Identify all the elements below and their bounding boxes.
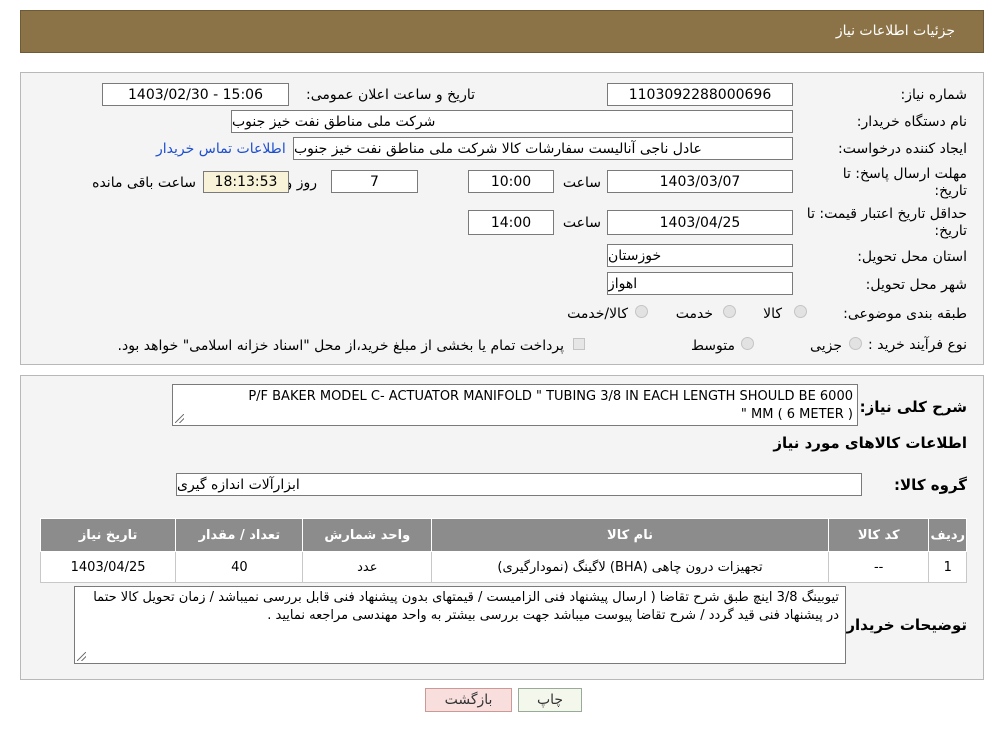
cell-need-date: 1403/04/25 bbox=[39, 551, 177, 583]
announce-label: تاریخ و ساعت اعلان عمومی: bbox=[306, 87, 475, 103]
reply-time-label: ساعت bbox=[562, 175, 601, 191]
city-field: اهواز bbox=[607, 272, 793, 295]
creator-label: ایجاد کننده درخواست: bbox=[838, 141, 967, 157]
back-button[interactable]: بازگشت bbox=[425, 688, 512, 712]
goods-group-label: گروه کالا: bbox=[894, 476, 967, 494]
goods-table: ردیف کد کالا نام کالا واحد شمارش تعداد /… bbox=[39, 518, 967, 583]
process-option-medium: متوسط bbox=[691, 338, 735, 354]
cell-name: تجهیزات درون چاهی (BHA) لاگینگ (نمودارگی… bbox=[431, 551, 829, 583]
cell-unit: عدد bbox=[302, 551, 433, 583]
col-row: ردیف bbox=[928, 518, 967, 552]
summary-label: شرح کلی نیاز: bbox=[859, 398, 967, 416]
creator-field: عادل ناجی آنالیست سفارشات کالا شرکت ملی … bbox=[293, 137, 793, 160]
announce-field: 1403/02/30 - 15:06 bbox=[102, 83, 289, 106]
cell-quantity: 40 bbox=[175, 551, 304, 583]
validity-time-field: 14:00 bbox=[468, 210, 554, 235]
remaining-label: ساعت باقی مانده bbox=[92, 175, 196, 191]
print-button[interactable]: چاپ bbox=[518, 688, 582, 712]
category-radio-both[interactable] bbox=[635, 305, 648, 318]
reply-deadline-text: مهلت ارسال پاسخ: تا تاریخ: bbox=[842, 166, 967, 199]
days-field: 7 bbox=[331, 170, 418, 193]
buyer-notes-label: توضیحات خریدار: bbox=[840, 616, 967, 634]
col-code: کد کالا bbox=[827, 518, 930, 552]
resize-grip-icon[interactable] bbox=[77, 652, 86, 661]
reply-time-field: 10:00 bbox=[468, 170, 554, 193]
city-label: شهر محل تحویل: bbox=[865, 277, 967, 293]
cell-row: 1 bbox=[928, 551, 967, 583]
buyer-notes-text: تیوبینگ 3/8 اینچ طبق شرح تقاضا ( ارسال پ… bbox=[93, 590, 839, 623]
summary-line-2: " MM ( 6 METER ) bbox=[740, 407, 853, 422]
process-note: پرداخت تمام یا بخشی از مبلغ خرید،از محل … bbox=[117, 338, 564, 354]
cell-code: -- bbox=[827, 551, 930, 583]
category-radio-goods[interactable] bbox=[794, 305, 807, 318]
buyer-contact-link[interactable]: اطلاعات تماس خریدار bbox=[156, 141, 286, 157]
col-quantity: تعداد / مقدار bbox=[175, 518, 304, 552]
need-number-field: 1103092288000696 bbox=[607, 83, 793, 106]
goods-info-title: اطلاعات کالاهای مورد نیاز bbox=[773, 434, 967, 452]
category-label: طبقه بندی موضوعی: bbox=[843, 306, 967, 322]
category-option-goods: کالا bbox=[763, 306, 782, 322]
summary-line-1: P/F BAKER MODEL C- ACTUATOR MANIFOLD " T… bbox=[248, 389, 853, 404]
province-field: خوزستان bbox=[607, 244, 793, 267]
buyer-org-label: نام دستگاه خریدار: bbox=[856, 114, 967, 130]
process-radio-medium[interactable] bbox=[741, 337, 754, 350]
category-radio-service[interactable] bbox=[723, 305, 736, 318]
process-option-minor: جزیی bbox=[810, 338, 842, 354]
summary-field: P/F BAKER MODEL C- ACTUATOR MANIFOLD " T… bbox=[172, 384, 858, 426]
page-title: جزئیات اطلاعات نیاز bbox=[835, 23, 955, 39]
remaining-time-field: 18:13:53 bbox=[203, 171, 289, 193]
process-label: نوع فرآیند خرید : bbox=[868, 337, 967, 353]
table-row: 1 -- تجهیزات درون چاهی (BHA) لاگینگ (نمو… bbox=[39, 551, 967, 583]
resize-grip-icon[interactable] bbox=[175, 414, 184, 423]
goods-table-header: ردیف کد کالا نام کالا واحد شمارش تعداد /… bbox=[39, 518, 967, 552]
treasury-checkbox[interactable] bbox=[573, 338, 585, 350]
validity-text: حداقل تاریخ اعتبار قیمت: تا تاریخ: bbox=[806, 206, 967, 239]
validity-date-field: 1403/04/25 bbox=[607, 210, 793, 235]
province-label: استان محل تحویل: bbox=[857, 249, 967, 265]
reply-date-field: 1403/03/07 bbox=[607, 170, 793, 193]
validity-label: حداقل تاریخ اعتبار قیمت: تا تاریخ: bbox=[797, 206, 967, 240]
need-number-label: شماره نیاز: bbox=[900, 87, 968, 103]
process-radio-minor[interactable] bbox=[849, 337, 862, 350]
col-unit: واحد شمارش bbox=[302, 518, 433, 552]
category-option-service: خدمت bbox=[675, 306, 713, 322]
goods-group-field: ابزارآلات اندازه گیری bbox=[176, 473, 862, 496]
page-header: جزئیات اطلاعات نیاز bbox=[20, 10, 984, 53]
reply-deadline-label: مهلت ارسال پاسخ: تا تاریخ: bbox=[827, 166, 967, 200]
buyer-org-field: شرکت ملی مناطق نفت خیز جنوب bbox=[231, 110, 793, 133]
col-name: نام کالا bbox=[431, 518, 829, 552]
buyer-notes-field: تیوبینگ 3/8 اینچ طبق شرح تقاضا ( ارسال پ… bbox=[74, 586, 846, 664]
validity-time-label: ساعت bbox=[562, 215, 601, 231]
days-label: روز و bbox=[285, 175, 318, 191]
col-need-date: تاریخ نیاز bbox=[39, 518, 177, 552]
category-option-both: کالا/خدمت bbox=[567, 306, 628, 322]
